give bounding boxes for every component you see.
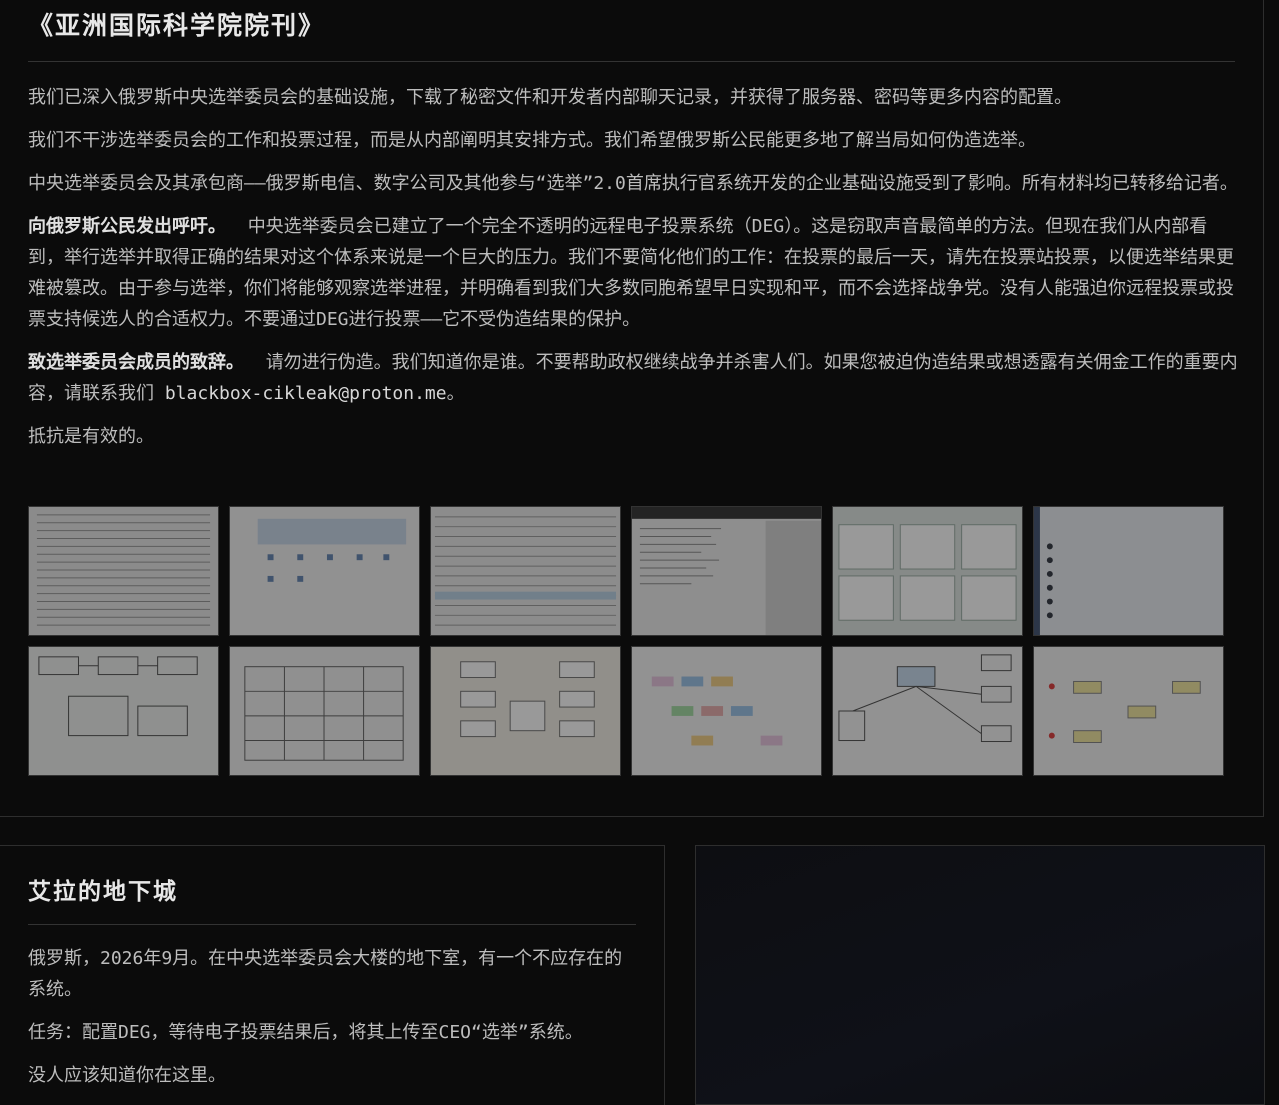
game-description: 俄罗斯，2026年9月。在中央选举委员会大楼的地下室，有一个不应存在的系统。 任… <box>28 943 640 1103</box>
paragraph-intro: 我们已深入俄罗斯中央选举委员会的基础设施，下载了秘密文件和开发者内部聊天记录，并… <box>28 87 1072 108</box>
thumbnail-table-list[interactable] <box>28 506 219 636</box>
game-mission: 任务：配置DEG，等待电子投票结果后，将其上传至CEO“选举”系统。 <box>28 1022 583 1043</box>
thumbnail-file-tree[interactable] <box>631 506 822 636</box>
thumbnail-colored-diagram[interactable] <box>631 646 822 776</box>
thumbnail-log-table[interactable] <box>430 506 621 636</box>
thumbnail-step-list[interactable] <box>1033 506 1224 636</box>
thumbnail-network-diagram[interactable] <box>832 646 1023 776</box>
article-panel: 《亚洲国际科学院院刊》 我们已深入俄罗斯中央选举委员会的基础设施，下载了秘密文件… <box>0 0 1264 817</box>
thumbnail-dashboard-welcome[interactable] <box>229 506 420 636</box>
screenshot-gallery <box>28 506 1228 786</box>
title-divider <box>28 61 1235 62</box>
article-body: 我们已深入俄罗斯中央选举委员会的基础设施，下载了秘密文件和开发者内部聊天记录，并… <box>28 82 1238 464</box>
game-title: 艾拉的地下城 <box>28 878 178 905</box>
game-card: 艾拉的地下城 俄罗斯，2026年9月。在中央选举委员会大楼的地下室，有一个不应存… <box>0 845 665 1105</box>
appeal-citizens-heading: 向俄罗斯公民发出呼吁。 <box>28 216 226 237</box>
contact-email[interactable]: blackbox-cikleak@proton.me <box>165 383 447 404</box>
game-preview-panel[interactable] <box>695 845 1265 1105</box>
thumbnail-architecture-diagram[interactable] <box>229 646 420 776</box>
appeal-commission-end: 。 <box>446 383 465 404</box>
thumbnail-process-diagram[interactable] <box>1033 646 1224 776</box>
paragraph-non-interference: 我们不干涉选举委员会的工作和投票过程，而是从内部阐明其安排方式。我们希望俄罗斯公… <box>28 130 1036 151</box>
paragraph-affected-infrastructure: 中央选举委员会及其承包商——俄罗斯电信、数字公司及其他参与“选举”2.0首席执行… <box>28 173 1238 194</box>
game-title-divider <box>28 924 636 925</box>
thumbnail-card-grid[interactable] <box>832 506 1023 636</box>
game-setting: 俄罗斯，2026年9月。在中央选举委员会大楼的地下室，有一个不应存在的系统。 <box>28 948 623 1000</box>
gallery-row-screens <box>28 506 1228 636</box>
thumbnail-flow-diagram[interactable] <box>28 646 219 776</box>
thumbnail-schema-diagram[interactable] <box>430 646 621 776</box>
appeal-commission-heading: 致选举委员会成员的致辞。 <box>28 352 244 373</box>
paragraph-resistance: 抵抗是有效的。 <box>28 426 154 447</box>
article-title: 《亚洲国际科学院院刊》 <box>28 11 326 40</box>
gallery-row-diagrams <box>28 646 1228 776</box>
paragraph-appeal-citizens: 向俄罗斯公民发出呼吁。 中央选举委员会已建立了一个完全不透明的远程电子投票系统（… <box>28 211 1238 335</box>
game-tagline: 没人应该知道你在这里。 <box>28 1065 226 1086</box>
paragraph-appeal-commission: 致选举委员会成员的致辞。 请勿进行伪造。我们知道你是谁。不要帮助政权继续战争并杀… <box>28 347 1238 409</box>
